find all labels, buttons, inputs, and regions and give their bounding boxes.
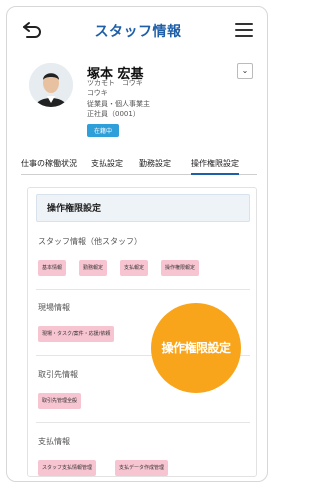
divider (36, 422, 250, 423)
staff-kana-first: コウキ (87, 89, 108, 97)
tab-bar: 仕事の稼働状況 支払設定 勤務設定 操作権限設定 (21, 155, 257, 175)
status-badge: 在籍中 (87, 124, 120, 137)
section-title: 操作権限設定 (36, 194, 250, 222)
chip-basic-info[interactable]: 基本情報 (38, 260, 67, 276)
group-title-payment: 支払情報 (38, 437, 70, 446)
chip-site-task[interactable]: 現場・タスク/案件・応援/依頼 (38, 326, 115, 342)
group-title-staff: スタッフ情報（他スタッフ） (38, 237, 142, 246)
hamburger-menu-icon[interactable] (235, 23, 253, 37)
group-title-site: 現場情報 (38, 303, 70, 312)
profile-card: 塚本 宏基 ツカモト コウキ コウキ 従業員・個人事業主 正社員（0001） 在… (7, 53, 267, 145)
chip-permission-setting[interactable]: 操作権限報定 (161, 260, 200, 276)
staff-kana: ツカモト コウキ (87, 79, 143, 87)
group-title-client: 取引先情報 (38, 370, 78, 379)
tab-work-status[interactable]: 仕事の稼働状況 (21, 158, 77, 169)
chip-payment-setting[interactable]: 支払報定 (120, 260, 149, 276)
tab-permission-settings[interactable]: 操作権限設定 (191, 158, 239, 175)
staff-code: 正社員（0001） (87, 110, 140, 118)
chevron-down-icon[interactable]: ⌄ (237, 63, 253, 79)
page-title: スタッフ情報 (94, 24, 182, 40)
tab-work-settings[interactable]: 勤務設定 (139, 158, 171, 169)
chip-staff-payment[interactable]: スタッフ支払情報管理 (38, 460, 97, 476)
chip-client-management[interactable]: 取引先管理全般 (38, 393, 82, 409)
highlight-callout: 操作権限設定 (151, 303, 241, 393)
chip-work-setting[interactable]: 勤務報定 (79, 260, 108, 276)
avatar (29, 63, 73, 107)
app-header: スタッフ情報 (7, 7, 267, 53)
chip-payment-data[interactable]: 支払データ作成管理 (115, 460, 169, 476)
phone-frame: スタッフ情報 塚本 宏基 ツカモト コウキ コウキ 従業員・個人事業主 正社員（… (6, 6, 268, 482)
tab-payment-settings[interactable]: 支払設定 (91, 158, 123, 169)
divider (36, 289, 250, 290)
staff-role: 従業員・個人事業主 (87, 100, 150, 108)
person-photo-icon (29, 63, 73, 107)
